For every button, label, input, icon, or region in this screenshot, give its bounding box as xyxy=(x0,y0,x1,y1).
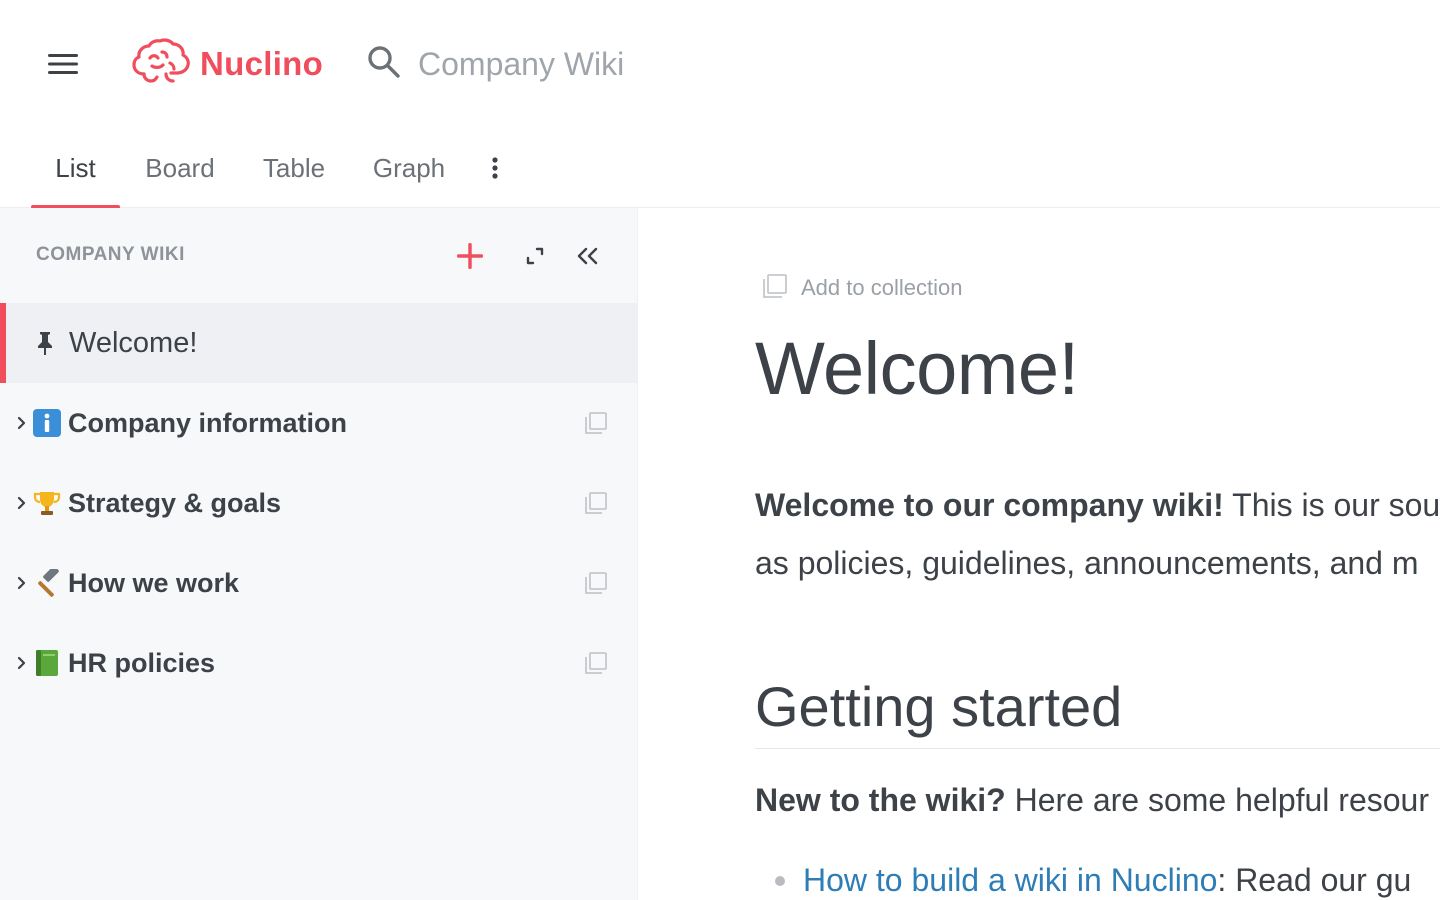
chevron-right-icon[interactable] xyxy=(12,574,30,592)
add-item-button[interactable] xyxy=(450,236,490,276)
add-to-collection-icon[interactable] xyxy=(582,489,610,517)
list-item: How to build a wiki in Nuclino: Read our… xyxy=(775,862,1411,899)
green-book-icon xyxy=(32,648,62,678)
intro-text: This is our sou xyxy=(1223,487,1440,523)
brand-name: Nuclino xyxy=(200,45,324,82)
sidebar-item-label: Welcome! xyxy=(69,326,198,359)
hamburger-menu-icon[interactable] xyxy=(40,46,86,82)
sidebar-item-welcome[interactable]: Welcome! xyxy=(0,303,638,383)
chevron-right-icon[interactable] xyxy=(12,414,30,432)
sidebar: COMPANY WIKI Welcome! Company informatio… xyxy=(0,208,638,900)
sidebar-item-label: Strategy & goals xyxy=(68,487,282,518)
more-options-icon[interactable] xyxy=(476,150,514,186)
intro-paragraph[interactable]: Welcome to our company wiki! This is our… xyxy=(755,476,1440,592)
document-title[interactable]: Welcome! xyxy=(755,326,1079,411)
document-pane: Add to collection Welcome! Welcome to ou… xyxy=(639,208,1440,900)
sidebar-title: COMPANY WIKI xyxy=(36,244,185,265)
search-bar[interactable] xyxy=(366,40,966,88)
bullet-text: : Read our gu xyxy=(1217,862,1412,898)
pin-icon xyxy=(30,328,60,358)
tab-board[interactable]: Board xyxy=(136,128,224,208)
brain-logo-icon xyxy=(130,37,190,91)
bullet-icon xyxy=(775,875,785,886)
hammer-icon xyxy=(32,568,62,598)
add-to-collection-icon[interactable] xyxy=(582,569,610,597)
plus-icon xyxy=(457,243,483,269)
collapse-sidebar-icon[interactable] xyxy=(568,236,608,276)
guide-link[interactable]: How to build a wiki in Nuclino xyxy=(803,862,1217,899)
expand-icon[interactable] xyxy=(515,236,555,276)
sidebar-item-strategy-goals[interactable]: Strategy & goals xyxy=(0,463,638,543)
tab-graph[interactable]: Graph xyxy=(364,128,454,208)
tab-list[interactable]: List xyxy=(31,128,120,209)
add-to-collection-icon[interactable] xyxy=(582,649,610,677)
add-to-collection-icon[interactable] xyxy=(582,409,610,437)
intro-text-line2: as policies, guidelines, announcements, … xyxy=(755,545,1419,581)
search-input[interactable] xyxy=(418,45,918,83)
add-to-collection-button[interactable]: Add to collection xyxy=(761,272,962,304)
view-tabs: List Board Table Graph xyxy=(0,128,1440,209)
heading-getting-started[interactable]: Getting started xyxy=(755,674,1122,739)
chevron-right-icon[interactable] xyxy=(12,654,30,672)
sidebar-item-label: Company information xyxy=(68,407,348,438)
new-text: Here are some helpful resour xyxy=(1005,782,1429,818)
search-icon[interactable] xyxy=(366,44,402,85)
collection-icon xyxy=(761,272,789,305)
sidebar-item-how-we-work[interactable]: How we work xyxy=(0,543,638,623)
new-bold-text: New to the wiki? xyxy=(755,782,1006,818)
tab-table[interactable]: Table xyxy=(252,128,336,208)
sidebar-item-label: How we work xyxy=(68,567,240,598)
info-icon xyxy=(32,408,62,438)
sidebar-header: COMPANY WIKI xyxy=(0,208,638,304)
heading-divider xyxy=(755,748,1440,749)
sidebar-item-company-information[interactable]: Company information xyxy=(0,383,638,463)
top-bar: Nuclino xyxy=(0,0,1440,128)
trophy-icon xyxy=(32,488,62,518)
intro-bold-text: Welcome to our company wiki! xyxy=(755,487,1224,523)
new-to-wiki-paragraph[interactable]: New to the wiki? Here are some helpful r… xyxy=(755,782,1429,819)
sidebar-item-hr-policies[interactable]: HR policies xyxy=(0,623,638,703)
add-to-collection-label: Add to collection xyxy=(801,275,963,300)
sidebar-item-label: HR policies xyxy=(68,647,216,678)
chevron-right-icon[interactable] xyxy=(12,494,30,512)
nuclino-logo[interactable]: Nuclino xyxy=(130,37,324,91)
